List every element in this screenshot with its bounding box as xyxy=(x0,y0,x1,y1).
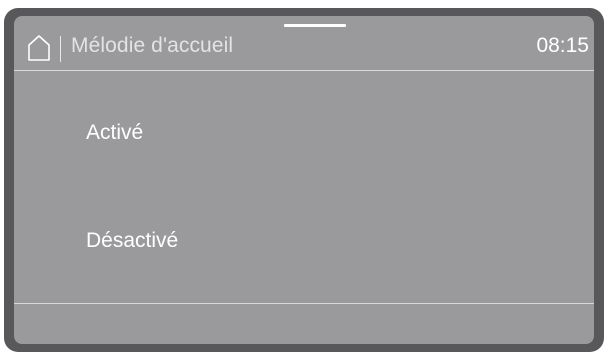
home-icon[interactable] xyxy=(27,34,51,62)
screen-title: Mélodie d'accueil xyxy=(71,34,234,57)
display-screen: Mélodie d'accueil 08:15 Activé Désactivé xyxy=(14,16,594,344)
footer-divider-line xyxy=(14,303,594,304)
header-divider xyxy=(60,36,61,62)
device-bezel: Mélodie d'accueil 08:15 Activé Désactivé xyxy=(4,8,604,352)
option-deactivated-label: Désactivé xyxy=(86,229,179,252)
option-deactivated[interactable]: Désactivé xyxy=(14,196,594,282)
header-divider-line xyxy=(14,70,594,71)
option-activated-label: Activé xyxy=(86,121,144,144)
option-activated[interactable]: Activé xyxy=(14,88,594,174)
header-bar: Mélodie d'accueil 08:15 xyxy=(14,26,594,70)
clock-time: 08:15 xyxy=(536,34,589,57)
